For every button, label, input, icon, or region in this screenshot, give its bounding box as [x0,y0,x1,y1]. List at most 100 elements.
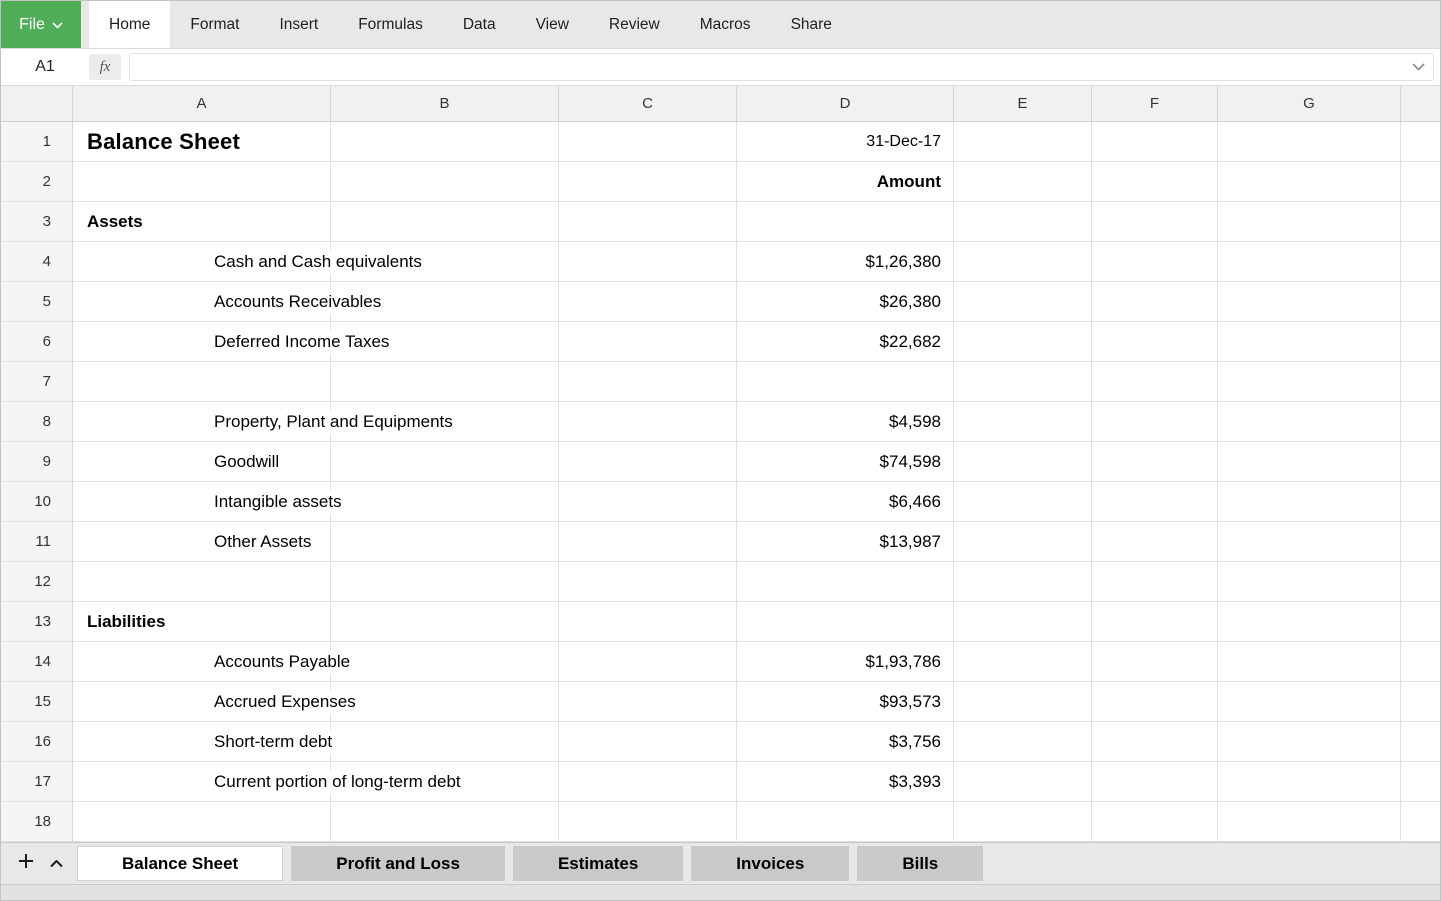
cell-A7[interactable] [73,362,331,402]
cell-C3[interactable] [559,202,737,242]
cell-D16[interactable]: $3,756 [737,722,954,762]
cell-F6[interactable] [1092,322,1218,362]
cell-G6[interactable] [1218,322,1401,362]
cell-G14[interactable] [1218,642,1401,682]
cell-D10[interactable]: $6,466 [737,482,954,522]
cell-E2[interactable] [954,162,1092,202]
horizontal-scrollbar[interactable] [1,884,1440,900]
cell-A17[interactable]: Current portion of long-term debt [73,762,331,802]
row-number-14[interactable]: 14 [1,642,73,682]
column-header-a[interactable]: A [73,86,331,121]
row-number-7[interactable]: 7 [1,362,73,402]
cell-A13[interactable]: Liabilities [73,602,331,642]
cell-B9[interactable] [331,442,559,482]
row-number-18[interactable]: 18 [1,802,73,842]
cell-A14[interactable]: Accounts Payable [73,642,331,682]
cell-A16[interactable]: Short-term debt [73,722,331,762]
cell-F18[interactable] [1092,802,1218,842]
sheet-tab-bills[interactable]: Bills [857,846,983,881]
row-number-8[interactable]: 8 [1,402,73,442]
cell-C7[interactable] [559,362,737,402]
formula-bar-collapse-button[interactable] [1403,54,1433,80]
cell-A10[interactable]: Intangible assets [73,482,331,522]
add-sheet-button[interactable] [11,849,41,879]
row-number-12[interactable]: 12 [1,562,73,602]
column-header-g[interactable]: G [1218,86,1401,121]
cell-E9[interactable] [954,442,1092,482]
cell-F3[interactable] [1092,202,1218,242]
cell-D14[interactable]: $1,93,786 [737,642,954,682]
cell-D9[interactable]: $74,598 [737,442,954,482]
cell-F15[interactable] [1092,682,1218,722]
cell-G10[interactable] [1218,482,1401,522]
cell-D5[interactable]: $26,380 [737,282,954,322]
cell-G1[interactable] [1218,122,1401,162]
menu-item-review[interactable]: Review [589,1,680,48]
cell-D1[interactable]: 31-Dec-17 [737,122,954,162]
cell-F16[interactable] [1092,722,1218,762]
cell-B2[interactable] [331,162,559,202]
cell-E11[interactable] [954,522,1092,562]
row-number-15[interactable]: 15 [1,682,73,722]
row-number-6[interactable]: 6 [1,322,73,362]
fx-icon[interactable]: fx [89,54,121,80]
cell-A9[interactable]: Goodwill [73,442,331,482]
cell-E8[interactable] [954,402,1092,442]
cell-E13[interactable] [954,602,1092,642]
cell-E10[interactable] [954,482,1092,522]
menu-item-share[interactable]: Share [771,1,852,48]
cell-E6[interactable] [954,322,1092,362]
row-number-11[interactable]: 11 [1,522,73,562]
row-number-3[interactable]: 3 [1,202,73,242]
cell-B18[interactable] [331,802,559,842]
cell-A18[interactable] [73,802,331,842]
cell-C18[interactable] [559,802,737,842]
cell-F13[interactable] [1092,602,1218,642]
cell-B17[interactable] [331,762,559,802]
cell-G5[interactable] [1218,282,1401,322]
row-number-10[interactable]: 10 [1,482,73,522]
cell-A1[interactable]: Balance Sheet [73,122,331,162]
cell-E5[interactable] [954,282,1092,322]
cell-E17[interactable] [954,762,1092,802]
sheet-list-button[interactable] [41,849,71,879]
cell-D6[interactable]: $22,682 [737,322,954,362]
cell-C15[interactable] [559,682,737,722]
cell-B10[interactable] [331,482,559,522]
row-number-9[interactable]: 9 [1,442,73,482]
cell-F17[interactable] [1092,762,1218,802]
column-header-d[interactable]: D [737,86,954,121]
cell-D15[interactable]: $93,573 [737,682,954,722]
column-header-e[interactable]: E [954,86,1092,121]
cell-A6[interactable]: Deferred Income Taxes [73,322,331,362]
menu-item-insert[interactable]: Insert [259,1,338,48]
cell-C9[interactable] [559,442,737,482]
cell-D2[interactable]: Amount [737,162,954,202]
cell-C6[interactable] [559,322,737,362]
cell-A3[interactable]: Assets [73,202,331,242]
cell-D3[interactable] [737,202,954,242]
cell-E15[interactable] [954,682,1092,722]
cell-E16[interactable] [954,722,1092,762]
cell-A2[interactable] [73,162,331,202]
formula-input[interactable] [130,54,1403,80]
column-header-f[interactable]: F [1092,86,1218,121]
file-menu-button[interactable]: File [1,1,81,48]
cell-F9[interactable] [1092,442,1218,482]
column-header-b[interactable]: B [331,86,559,121]
cell-F5[interactable] [1092,282,1218,322]
cell-E12[interactable] [954,562,1092,602]
cell-E4[interactable] [954,242,1092,282]
cell-C11[interactable] [559,522,737,562]
menu-item-data[interactable]: Data [443,1,516,48]
cell-C10[interactable] [559,482,737,522]
cell-F1[interactable] [1092,122,1218,162]
cell-B11[interactable] [331,522,559,562]
cell-C8[interactable] [559,402,737,442]
row-number-2[interactable]: 2 [1,162,73,202]
cell-D4[interactable]: $1,26,380 [737,242,954,282]
cell-D11[interactable]: $13,987 [737,522,954,562]
cell-B6[interactable] [331,322,559,362]
cell-G3[interactable] [1218,202,1401,242]
cell-D17[interactable]: $3,393 [737,762,954,802]
